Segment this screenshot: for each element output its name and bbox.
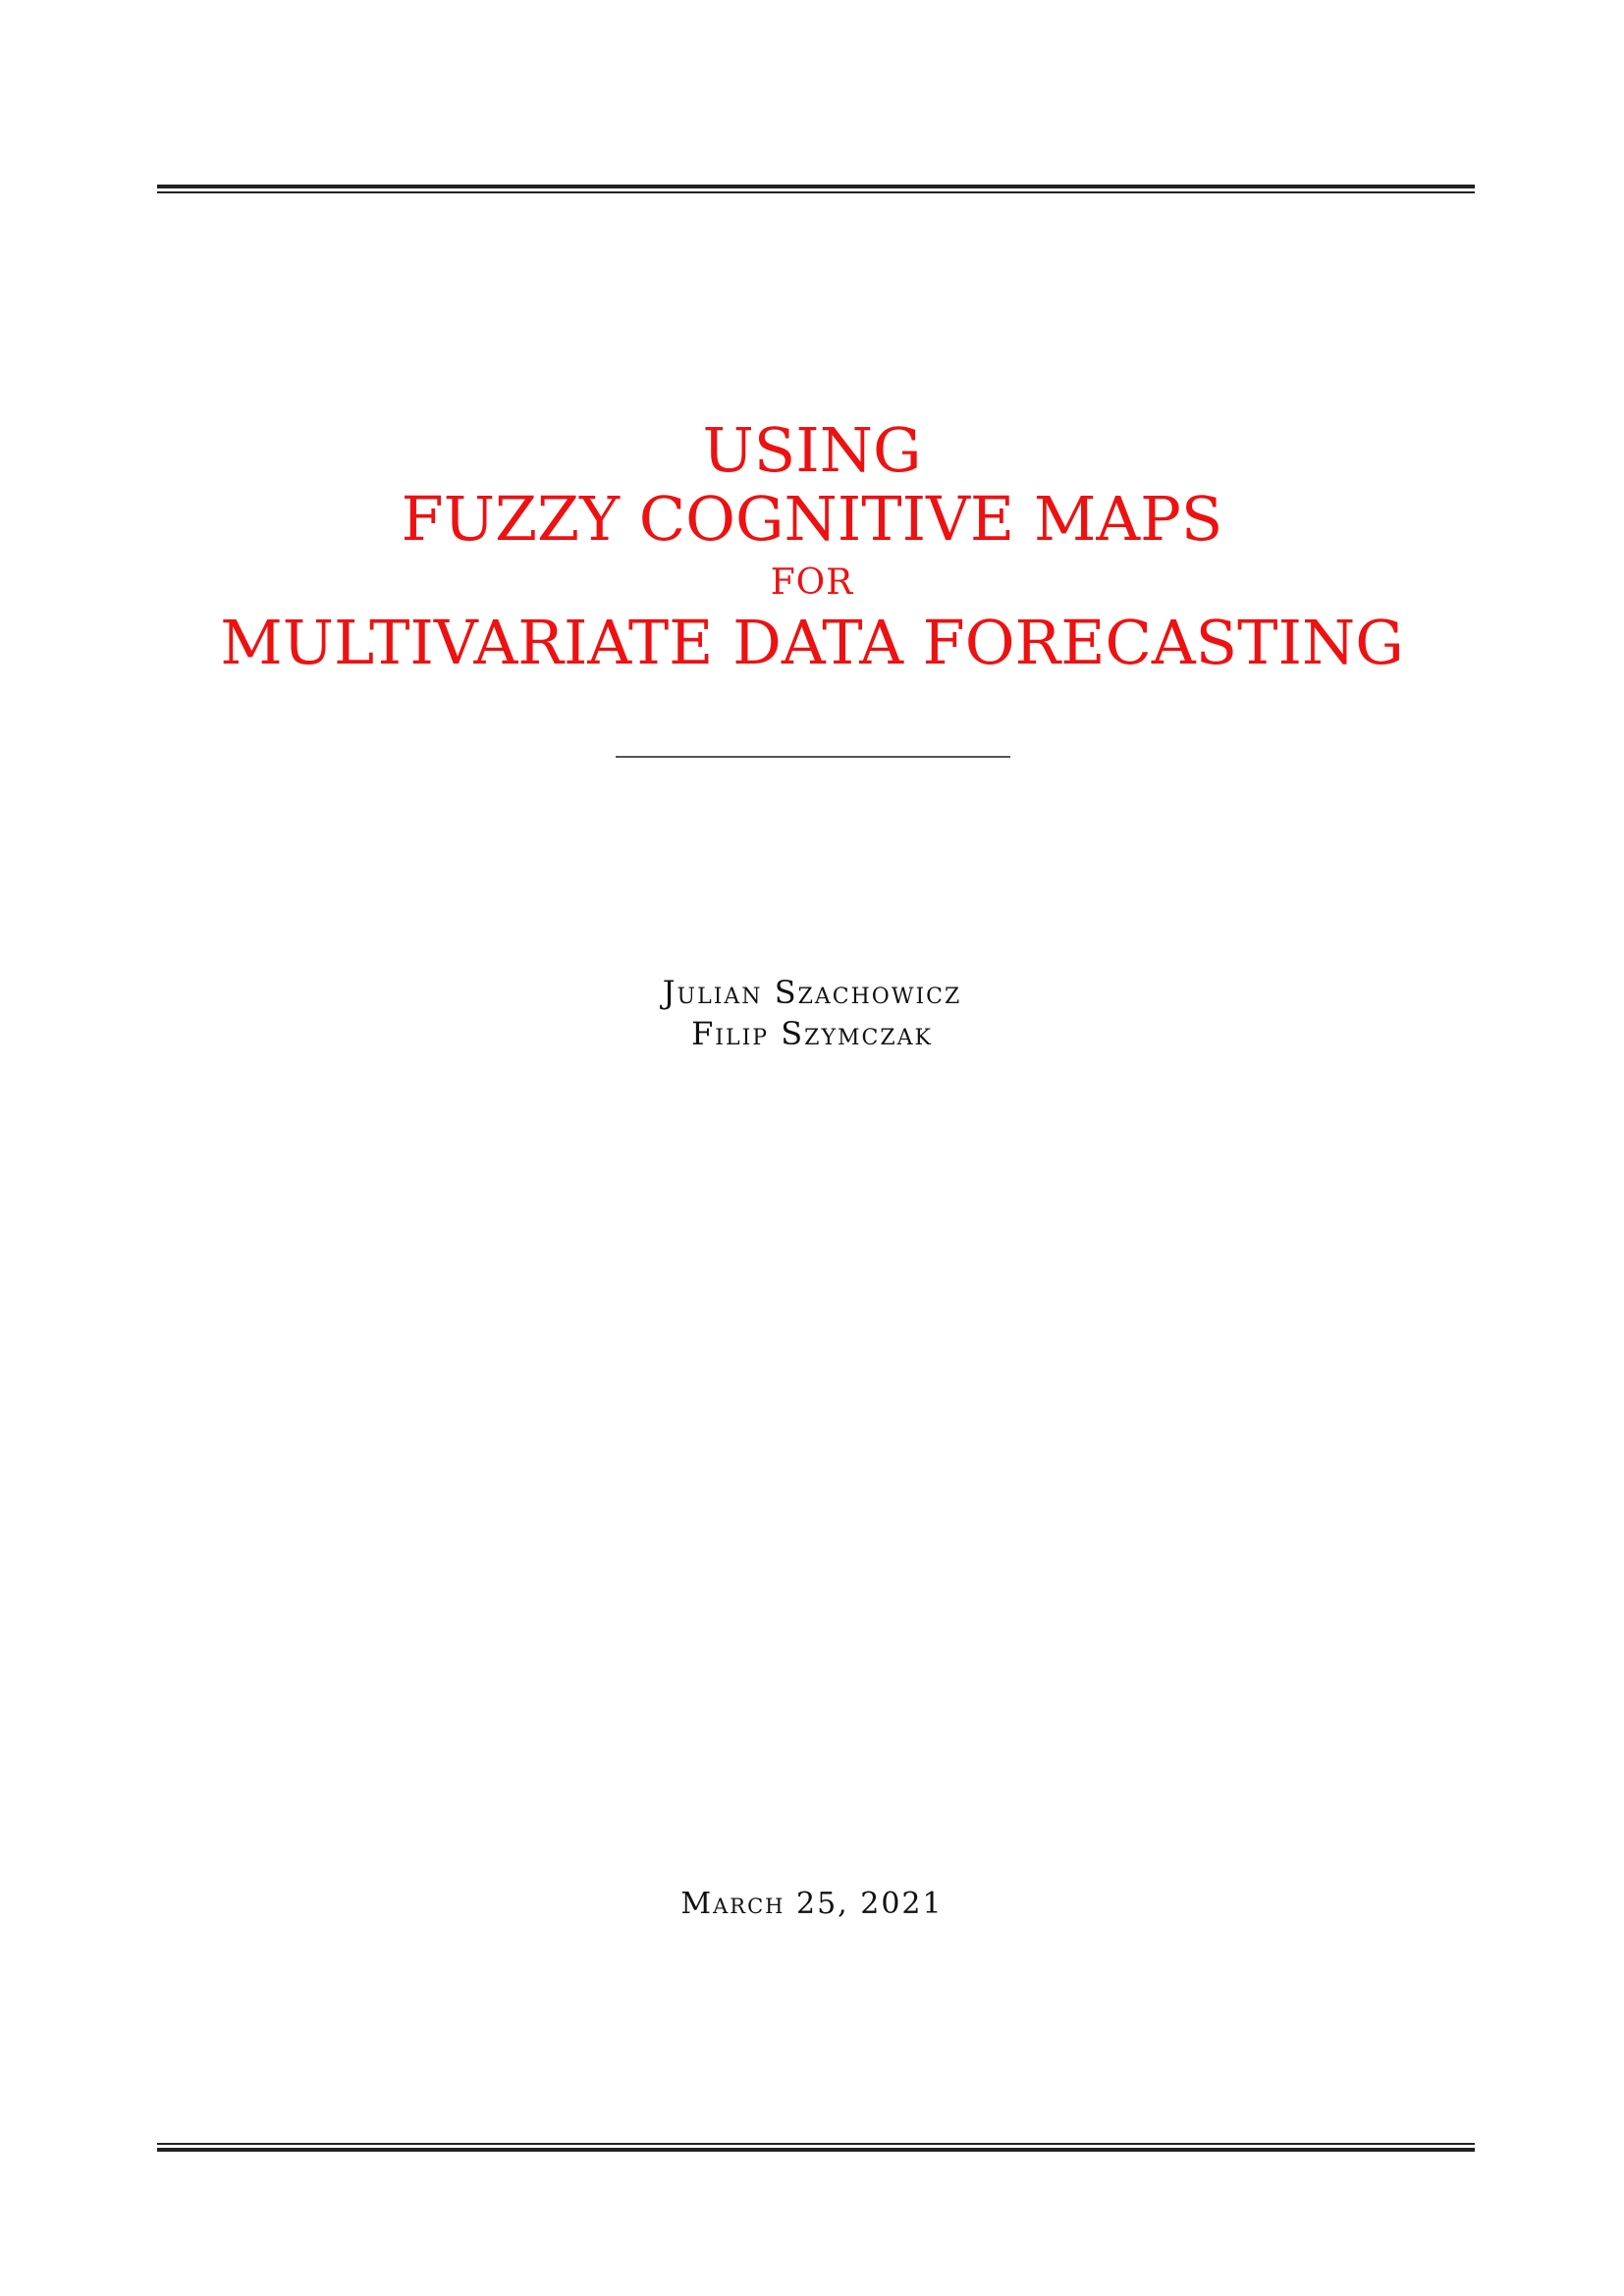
title-line-using: USING: [702, 414, 922, 486]
title-line-for: FOR: [770, 562, 854, 603]
author-name: Julian Szachowicz: [662, 974, 962, 1011]
document-title: USING FUZZY COGNITIVE MAPS FOR MULTIVARI…: [0, 418, 1624, 675]
title-separator-rule: [616, 756, 1010, 758]
top-rule-thin-line: [157, 191, 1475, 193]
author-name: Filip Szymczak: [691, 1015, 933, 1052]
bottom-rule-thick-line: [157, 2148, 1475, 2152]
bottom-double-rule: [157, 2143, 1475, 2152]
top-double-rule: [157, 185, 1475, 193]
title-line-multivariate-data-forecasting: MULTIVARIATE DATA FORECASTING: [220, 607, 1404, 678]
title-line-fuzzy-cognitive-maps: FUZZY COGNITIVE MAPS: [401, 483, 1223, 555]
author-list: Julian Szachowicz Filip Szymczak: [0, 972, 1624, 1054]
document-date: March 25, 2021: [680, 1887, 944, 1921]
